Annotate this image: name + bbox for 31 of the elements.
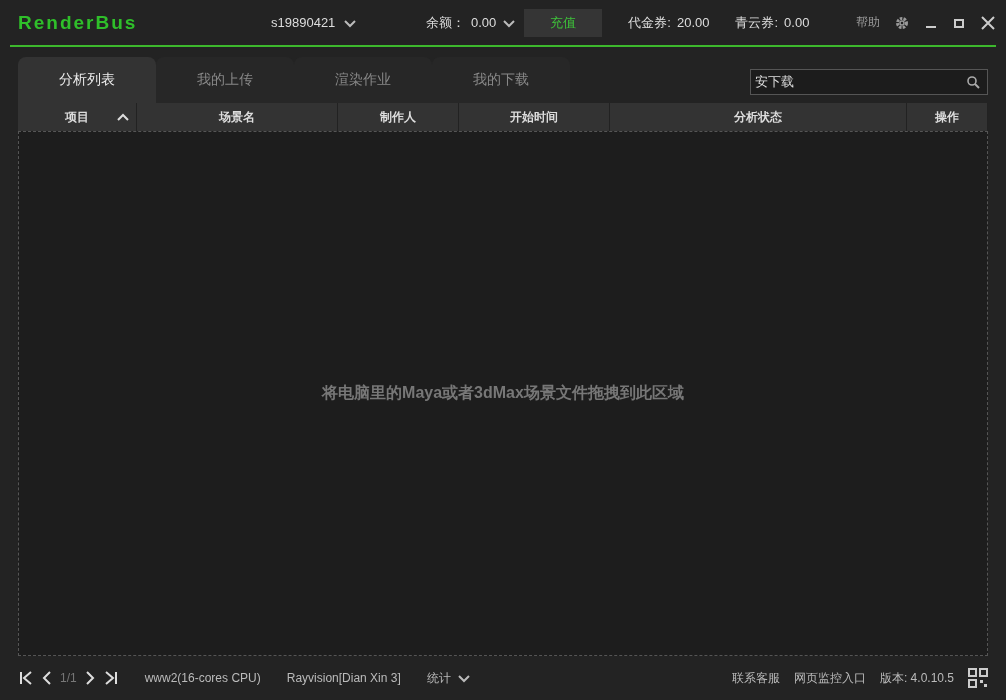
account-name[interactable]: s19890421 xyxy=(271,15,336,30)
tab[interactable]: 我的上传 xyxy=(156,57,294,103)
qr-code-icon[interactable] xyxy=(968,668,988,688)
contact-link[interactable]: 联系客服 xyxy=(731,669,780,687)
drop-hint: 将电脑里的Maya或者3dMax场景文件拖拽到此区域 xyxy=(322,383,684,403)
tab[interactable]: 分析列表 xyxy=(18,57,156,103)
search-icon[interactable] xyxy=(966,75,980,89)
voucher-label: 代金券: xyxy=(628,13,671,32)
search-field[interactable]: 安下载 xyxy=(750,69,988,95)
monitor-link[interactable]: 网页监控入口 xyxy=(793,669,866,687)
balance-label: 余额： xyxy=(426,13,465,32)
previous-page-icon[interactable] xyxy=(40,670,54,686)
tab[interactable]: 我的下载 xyxy=(432,57,570,103)
qingyun-value: 0.00 xyxy=(784,15,810,30)
settings-icon[interactable] xyxy=(894,14,910,31)
first-page-icon[interactable] xyxy=(18,670,34,686)
tab[interactable]: 渲染作业 xyxy=(294,57,432,103)
voucher-value: 20.00 xyxy=(676,15,710,30)
chevron-down-icon[interactable] xyxy=(456,672,471,684)
help-link[interactable]: 帮助 xyxy=(856,14,880,31)
sort-up-icon[interactable] xyxy=(116,112,130,122)
page-indicator: 1/1 xyxy=(60,671,77,685)
platform-info: Rayvision[Dian Xin 3] xyxy=(286,671,401,685)
machine-info: www2(16-cores CPU) xyxy=(144,671,261,685)
logo: RenderBus xyxy=(17,11,139,34)
close-icon[interactable] xyxy=(980,14,996,31)
balance-value: 0.00 xyxy=(471,15,497,30)
qingyun-label: 青云券: xyxy=(735,13,779,32)
recharge-button[interactable]: 充值 xyxy=(524,8,603,37)
version-text: 版本: 4.0.10.5 xyxy=(879,669,954,687)
stats-dropdown[interactable]: 统计 xyxy=(426,669,451,687)
